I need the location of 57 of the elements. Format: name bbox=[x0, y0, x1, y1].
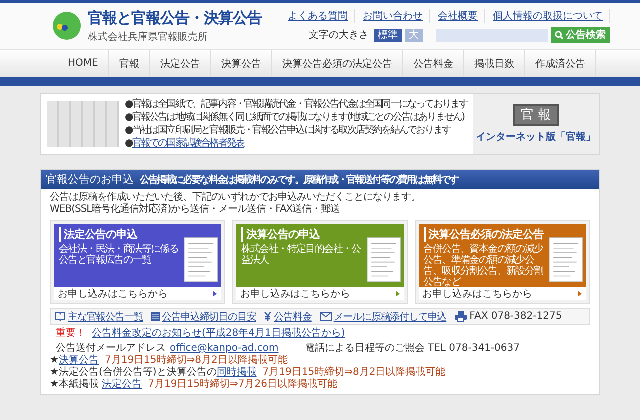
arrow-icon bbox=[213, 290, 218, 296]
mail-icon bbox=[320, 312, 332, 321]
intro-text: 公告は原稿を作成いただいた後、下記のいずれかでお申込みいただくことになります。 bbox=[50, 192, 422, 204]
email-link[interactable]: office@kanpo-ad.com bbox=[170, 343, 279, 354]
schedule-link[interactable]: 法定公告 bbox=[102, 379, 142, 390]
bullet-link[interactable]: 官報での国家試験合格者発表 bbox=[132, 138, 244, 149]
schedule-text: ★ bbox=[50, 355, 59, 366]
deadline-text: 7月19日15時締切⇒8月2日以降掲載可能 bbox=[262, 367, 446, 378]
section-subtitle: 公告掲載に必要な料金は掲載料のみです。原稿作成・官報送付等の費用は無料です bbox=[140, 173, 458, 186]
card-title: 決算公告の申込 bbox=[241, 227, 365, 242]
card-text: 株式会社・特定目的会社・公益法人 bbox=[241, 244, 362, 266]
kanpo-logo[interactable]: 官 報 bbox=[512, 104, 560, 126]
schedule-link[interactable]: 同時掲載 bbox=[216, 367, 257, 378]
card-title: 法定公告の申込 bbox=[59, 227, 182, 242]
card-text: 会社法・民法・商法等に係る公告と官報広告の一覧 bbox=[59, 244, 180, 266]
mail-label: 公告送付メールアドレス bbox=[56, 343, 166, 354]
quick-link[interactable]: 公告料金 bbox=[264, 310, 312, 324]
schedule-text: ★法定公告(合併公告等)と決算公告の bbox=[50, 367, 217, 378]
quick-link[interactable]: 公告申込締切日の目安 bbox=[151, 310, 256, 324]
arrow-icon bbox=[578, 290, 582, 296]
card-footer-text: お申し込みはこちらから bbox=[240, 288, 350, 300]
search-field[interactable] bbox=[436, 28, 548, 42]
bullet-text: ●当社は国立印刷局と官報販売・官報公告申込に関する取次店契約を結んでおります bbox=[125, 124, 452, 137]
site-subtitle: 株式会社兵庫県官報販売所 bbox=[88, 30, 209, 44]
card-title: 決算公告必須の法定公告 bbox=[424, 227, 547, 242]
bullet-mark: ● bbox=[125, 138, 132, 149]
book-icon bbox=[55, 312, 66, 321]
header-link[interactable]: 会社概要 bbox=[438, 9, 485, 23]
schedule-text: ★本紙掲載 bbox=[50, 379, 100, 390]
header-link[interactable]: よくある質問 bbox=[288, 9, 355, 23]
search-icon bbox=[555, 30, 564, 40]
header-link[interactable]: 個人情報の取扱について bbox=[493, 9, 610, 23]
bullet-text: ●官報は全国紙で、記事内容・官報購読代金・官報公告代金は全国同一になっております bbox=[125, 98, 470, 111]
intro-text: WEB(SSL暗号化通信対応済)から送信・メール送信・FAX送信・郵送 bbox=[50, 204, 342, 216]
card-footer-text: お申し込みはこちらから bbox=[422, 288, 533, 300]
deadline-text: 7月19日15時締切⇒8月2日以降掲載可能 bbox=[104, 355, 288, 366]
card-footer-text: お申し込みはこちらから bbox=[58, 288, 168, 300]
calendar-icon bbox=[151, 312, 160, 321]
notice-link[interactable]: 公告料金改定のお知らせ(平成28年4月1日掲載公告から) bbox=[92, 328, 346, 339]
internet-kanpo-link[interactable]: インターネット版「官報」 bbox=[476, 130, 596, 144]
important-label: 重要！ bbox=[56, 328, 86, 339]
font-size-label: 文字の大きさ bbox=[309, 28, 369, 42]
fax-icon bbox=[454, 311, 467, 322]
site-title[interactable]: 官報と官報公告・決算公告 bbox=[88, 8, 262, 28]
header-link[interactable]: お問い合わせ bbox=[363, 9, 430, 23]
arrow-icon bbox=[396, 290, 400, 296]
section-title: 官報公告のお申込 bbox=[46, 172, 134, 187]
fax-number: FAX 078-382-1275 bbox=[470, 311, 562, 322]
newspaper-photo bbox=[47, 101, 119, 147]
yen-icon bbox=[264, 312, 272, 321]
bullet-text: ●官報公告は地域に関係無く同じ紙面での掲載になります(地域ごとの公告はありません) bbox=[125, 111, 466, 124]
deadline-text: 7月19日15時締切⇒7月26日以降掲載可能 bbox=[148, 379, 338, 390]
card-text: 合併公告、資本金の額の減少公告、準備金の額の減少公告、吸収分割公告、新設分割公告など bbox=[424, 244, 545, 287]
phone-text: 電話による日程等のご照会 TEL 078-341-0637 bbox=[304, 343, 520, 354]
schedule-link[interactable]: 決算公告 bbox=[58, 355, 99, 366]
font-size-button[interactable]: 標準 bbox=[374, 28, 402, 42]
globe-logo-icon bbox=[52, 11, 82, 41]
